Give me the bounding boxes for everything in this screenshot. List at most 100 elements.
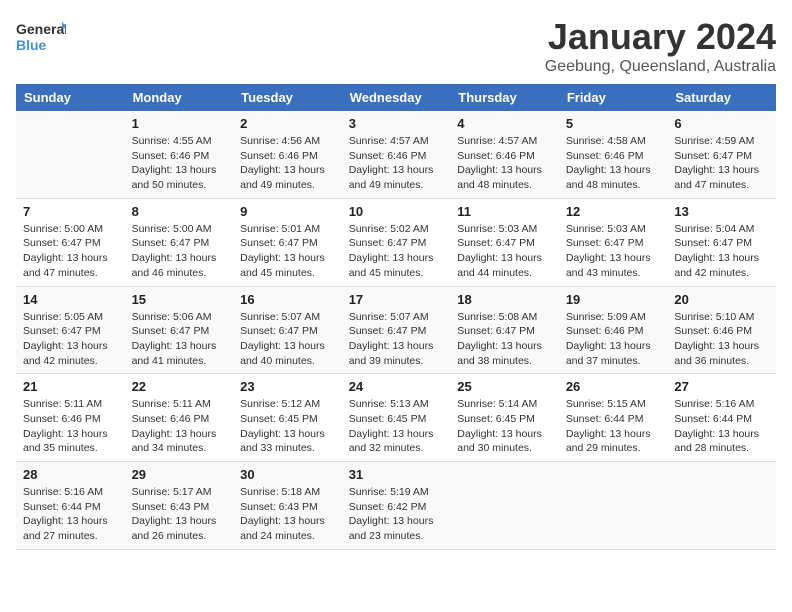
- calendar-cell: 2 Sunrise: 4:56 AMSunset: 6:46 PMDaylight…: [233, 111, 342, 198]
- day-info: Sunrise: 5:19 AMSunset: 6:42 PMDaylight:…: [349, 485, 444, 544]
- calendar-cell: 25Sunrise: 5:14 AMSunset: 6:45 PMDayligh…: [450, 374, 559, 462]
- day-number: 17: [349, 292, 444, 307]
- day-info: Sunrise: 5:07 AMSunset: 6:47 PMDaylight:…: [240, 310, 335, 369]
- page-header: General Blue January 2024 Geebung, Queen…: [16, 16, 776, 76]
- day-number: 26: [566, 379, 661, 394]
- calendar-cell: [16, 111, 125, 198]
- calendar-cell: 31 Sunrise: 5:19 AMSunset: 6:42 PMDayligh…: [342, 462, 451, 550]
- day-info: Sunrise: 5:06 AMSunset: 6:47 PMDaylight:…: [132, 310, 227, 369]
- weekday-header: Thursday: [450, 84, 559, 111]
- calendar-cell: [667, 462, 776, 550]
- weekday-header: Sunday: [16, 84, 125, 111]
- day-number: 12: [566, 204, 661, 219]
- svg-text:General: General: [16, 21, 66, 37]
- day-info: Sunrise: 5:16 AMSunset: 6:44 PMDaylight:…: [23, 485, 118, 544]
- day-number: 11: [457, 204, 552, 219]
- location-subtitle: Geebung, Queensland, Australia: [545, 58, 776, 76]
- calendar-cell: 26 Sunrise: 5:15 AMSunset: 6:44 PMDayligh…: [559, 374, 668, 462]
- day-info: Sunrise: 5:09 AMSunset: 6:46 PMDaylight:…: [566, 310, 661, 369]
- day-info: Sunrise: 5:00 AMSunset: 6:47 PMDaylight:…: [132, 222, 227, 281]
- calendar-cell: 20Sunrise: 5:10 AMSunset: 6:46 PMDayligh…: [667, 286, 776, 374]
- svg-text:Blue: Blue: [16, 37, 47, 53]
- day-info: Sunrise: 5:01 AMSunset: 6:47 PMDaylight:…: [240, 222, 335, 281]
- day-number: 14: [23, 292, 118, 307]
- day-info: Sunrise: 5:12 AMSunset: 6:45 PMDaylight:…: [240, 397, 335, 456]
- weekday-header: Friday: [559, 84, 668, 111]
- logo-svg: General Blue: [16, 16, 66, 56]
- day-info: Sunrise: 5:07 AMSunset: 6:47 PMDaylight:…: [349, 310, 444, 369]
- calendar-cell: 18Sunrise: 5:08 AMSunset: 6:47 PMDayligh…: [450, 286, 559, 374]
- calendar-cell: 23 Sunrise: 5:12 AMSunset: 6:45 PMDayligh…: [233, 374, 342, 462]
- calendar-week-row: 21 Sunrise: 5:11 AMSunset: 6:46 PMDayligh…: [16, 374, 776, 462]
- day-number: 7: [23, 204, 118, 219]
- day-info: Sunrise: 5:02 AMSunset: 6:47 PMDaylight:…: [349, 222, 444, 281]
- calendar-cell: 6 Sunrise: 4:59 AMSunset: 6:47 PMDaylight…: [667, 111, 776, 198]
- weekday-header: Wednesday: [342, 84, 451, 111]
- calendar-week-row: 28 Sunrise: 5:16 AMSunset: 6:44 PMDayligh…: [16, 462, 776, 550]
- day-info: Sunrise: 4:59 AMSunset: 6:47 PMDaylight:…: [674, 134, 769, 193]
- day-number: 29: [132, 467, 227, 482]
- day-info: Sunrise: 5:18 AMSunset: 6:43 PMDaylight:…: [240, 485, 335, 544]
- day-number: 31: [349, 467, 444, 482]
- day-number: 19: [566, 292, 661, 307]
- calendar-cell: 4 Sunrise: 4:57 AMSunset: 6:46 PMDaylight…: [450, 111, 559, 198]
- day-number: 13: [674, 204, 769, 219]
- calendar-cell: 29 Sunrise: 5:17 AMSunset: 6:43 PMDayligh…: [125, 462, 234, 550]
- day-info: Sunrise: 4:58 AMSunset: 6:46 PMDaylight:…: [566, 134, 661, 193]
- calendar-cell: 22Sunrise: 5:11 AMSunset: 6:46 PMDayligh…: [125, 374, 234, 462]
- day-number: 27: [674, 379, 769, 394]
- day-number: 1: [132, 116, 227, 131]
- calendar-cell: 16 Sunrise: 5:07 AMSunset: 6:47 PMDayligh…: [233, 286, 342, 374]
- month-title: January 2024: [545, 16, 776, 58]
- calendar-cell: 21 Sunrise: 5:11 AMSunset: 6:46 PMDayligh…: [16, 374, 125, 462]
- calendar-cell: 19 Sunrise: 5:09 AMSunset: 6:46 PMDayligh…: [559, 286, 668, 374]
- day-info: Sunrise: 5:15 AMSunset: 6:44 PMDaylight:…: [566, 397, 661, 456]
- weekday-header: Monday: [125, 84, 234, 111]
- calendar-cell: [450, 462, 559, 550]
- day-number: 2: [240, 116, 335, 131]
- weekday-header: Saturday: [667, 84, 776, 111]
- day-number: 20: [674, 292, 769, 307]
- calendar-cell: 10 Sunrise: 5:02 AMSunset: 6:47 PMDayligh…: [342, 198, 451, 286]
- calendar-cell: 7Sunrise: 5:00 AMSunset: 6:47 PMDaylight…: [16, 198, 125, 286]
- day-info: Sunrise: 4:56 AMSunset: 6:46 PMDaylight:…: [240, 134, 335, 193]
- day-info: Sunrise: 4:57 AMSunset: 6:46 PMDaylight:…: [457, 134, 552, 193]
- day-info: Sunrise: 5:11 AMSunset: 6:46 PMDaylight:…: [132, 397, 227, 456]
- day-number: 23: [240, 379, 335, 394]
- calendar-cell: 3Sunrise: 4:57 AMSunset: 6:46 PMDaylight…: [342, 111, 451, 198]
- day-info: Sunrise: 4:55 AMSunset: 6:46 PMDaylight:…: [132, 134, 227, 193]
- day-info: Sunrise: 5:17 AMSunset: 6:43 PMDaylight:…: [132, 485, 227, 544]
- day-number: 28: [23, 467, 118, 482]
- title-block: January 2024 Geebung, Queensland, Austra…: [545, 16, 776, 76]
- calendar-table: SundayMondayTuesdayWednesdayThursdayFrid…: [16, 84, 776, 550]
- day-number: 16: [240, 292, 335, 307]
- day-info: Sunrise: 5:05 AMSunset: 6:47 PMDaylight:…: [23, 310, 118, 369]
- day-number: 30: [240, 467, 335, 482]
- day-info: Sunrise: 4:57 AMSunset: 6:46 PMDaylight:…: [349, 134, 444, 193]
- calendar-week-row: 14 Sunrise: 5:05 AMSunset: 6:47 PMDayligh…: [16, 286, 776, 374]
- calendar-cell: 24 Sunrise: 5:13 AMSunset: 6:45 PMDayligh…: [342, 374, 451, 462]
- day-number: 4: [457, 116, 552, 131]
- calendar-cell: 14 Sunrise: 5:05 AMSunset: 6:47 PMDayligh…: [16, 286, 125, 374]
- calendar-cell: 30 Sunrise: 5:18 AMSunset: 6:43 PMDayligh…: [233, 462, 342, 550]
- day-info: Sunrise: 5:14 AMSunset: 6:45 PMDaylight:…: [457, 397, 552, 456]
- day-info: Sunrise: 5:16 AMSunset: 6:44 PMDaylight:…: [674, 397, 769, 456]
- calendar-week-row: 7 Sunrise: 5:00 AMSunset: 6:47 PMDaylight…: [16, 198, 776, 286]
- day-number: 21: [23, 379, 118, 394]
- day-number: 10: [349, 204, 444, 219]
- day-number: 18: [457, 292, 552, 307]
- calendar-cell: 8 Sunrise: 5:00 AMSunset: 6:47 PMDaylight…: [125, 198, 234, 286]
- day-info: Sunrise: 5:04 AMSunset: 6:47 PMDaylight:…: [674, 222, 769, 281]
- day-info: Sunrise: 5:11 AMSunset: 6:46 PMDaylight:…: [23, 397, 118, 456]
- day-number: 24: [349, 379, 444, 394]
- day-info: Sunrise: 5:13 AMSunset: 6:45 PMDaylight:…: [349, 397, 444, 456]
- day-number: 15: [132, 292, 227, 307]
- day-number: 8: [132, 204, 227, 219]
- calendar-cell: 1 Sunrise: 4:55 AMSunset: 6:46 PMDaylight…: [125, 111, 234, 198]
- logo: General Blue: [16, 16, 66, 56]
- day-number: 5: [566, 116, 661, 131]
- weekday-header: Tuesday: [233, 84, 342, 111]
- calendar-cell: [559, 462, 668, 550]
- calendar-week-row: 1 Sunrise: 4:55 AMSunset: 6:46 PMDaylight…: [16, 111, 776, 198]
- day-number: 6: [674, 116, 769, 131]
